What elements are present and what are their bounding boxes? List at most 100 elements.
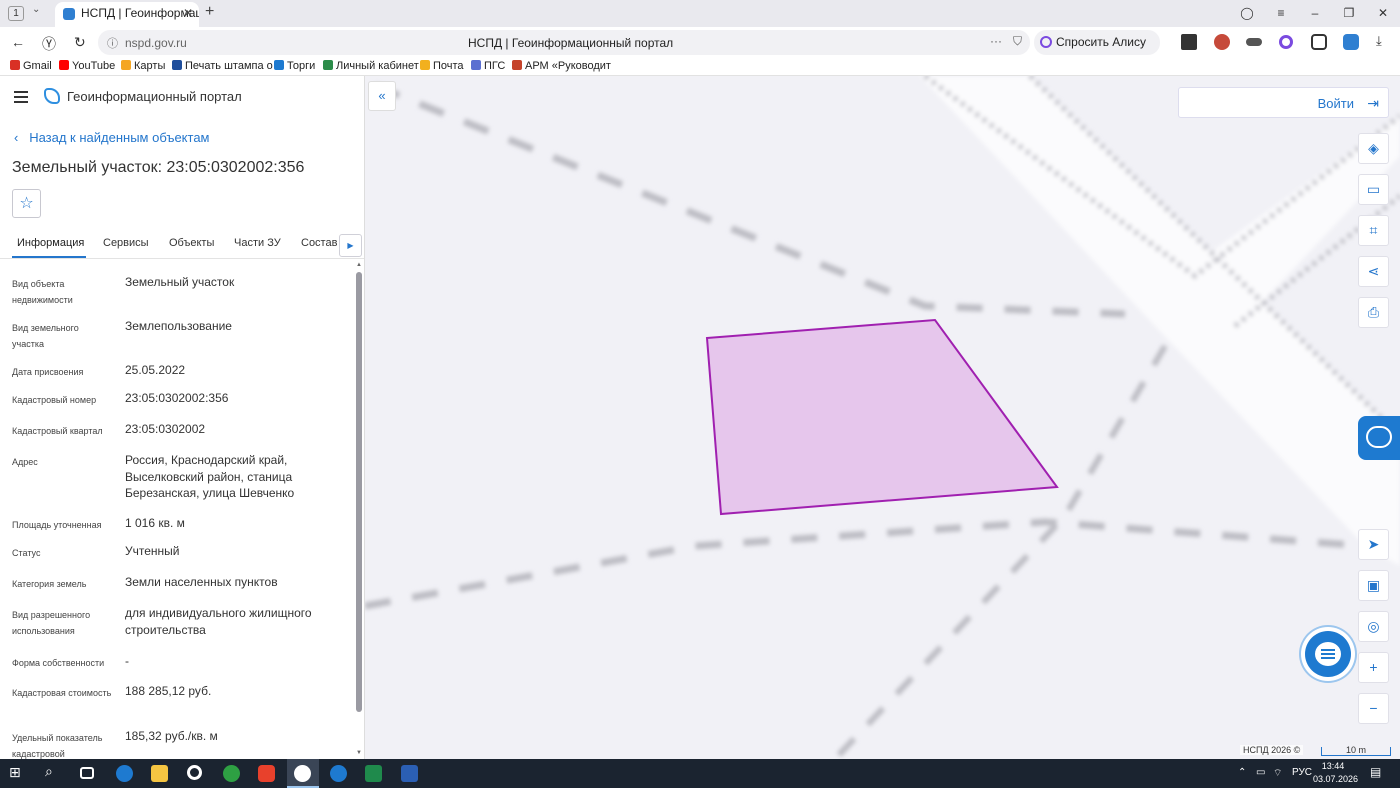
new-tab-button[interactable]: + [205, 3, 214, 21]
bookmark-item[interactable]: АРМ «Руководит [512, 60, 611, 72]
portal-logo-icon [44, 88, 60, 104]
zoom-in-button[interactable]: + [1358, 652, 1389, 683]
measure-button[interactable]: ▭ [1358, 174, 1389, 205]
menu-icon[interactable] [14, 91, 28, 106]
bookmark-item[interactable]: YouTube [59, 60, 115, 72]
tab-services[interactable]: Сервисы [103, 237, 149, 249]
selected-parcel[interactable] [705, 318, 1059, 516]
bookmark-item[interactable]: Торги [274, 60, 315, 72]
file-explorer-icon[interactable] [151, 765, 168, 782]
notifications-icon[interactable]: ▤ [1370, 765, 1381, 779]
favorite-star-button[interactable]: ☆ [12, 189, 41, 218]
language-indicator[interactable]: РУС [1292, 767, 1312, 778]
tab-counter[interactable]: 1 [8, 6, 24, 21]
restore-button[interactable]: ❐ [1332, 0, 1366, 27]
site-info-icon[interactable]: ⓘ [107, 35, 118, 51]
alice-icon [1040, 36, 1052, 48]
tray-display-icon[interactable]: ▭ [1256, 767, 1265, 778]
browser-tab-active[interactable]: НСПД | Геоинформаци ✕ [55, 2, 199, 27]
excel-icon[interactable] [365, 765, 382, 782]
back-to-results-link[interactable]: ‹ Назад к найденным объектам [14, 130, 210, 145]
tab-composition[interactable]: Состав [301, 237, 337, 249]
bookmark-item[interactable]: Личный кабинет [323, 60, 419, 72]
tab-objects[interactable]: Объекты [169, 237, 214, 249]
extensions-icon[interactable] [1311, 34, 1327, 50]
bookmark-item[interactable]: Почта [420, 60, 464, 72]
collapse-panel-button[interactable]: « [368, 81, 396, 111]
extension-mail-icon[interactable] [1343, 34, 1359, 50]
chat-bubble-icon [1315, 642, 1341, 666]
bookmark-favicon-icon [512, 60, 522, 70]
feedback-tab-button[interactable] [1358, 416, 1400, 460]
tabs-next-button[interactable]: ▶ [339, 234, 362, 257]
feedback-icon [1366, 426, 1392, 448]
bookmark-item[interactable]: Gmail [10, 60, 52, 72]
print-button[interactable]: ⎙ [1358, 297, 1389, 328]
bookmark-favicon-icon [10, 60, 20, 70]
more-dots-icon[interactable]: ··· [990, 34, 1002, 48]
tray-chevron-icon[interactable]: ⌃ [1238, 767, 1246, 778]
minimize-button[interactable]: – [1298, 0, 1332, 27]
tab-list-chevron-icon[interactable]: ⌄ [32, 4, 40, 15]
extension-ring-icon[interactable] [1279, 35, 1293, 49]
address-bar[interactable]: ⓘ nspd.gov.ru НСПД | Геоинформационный п… [98, 30, 1030, 55]
map-canvas[interactable] [365, 76, 1400, 759]
layers-button[interactable]: ◈ [1358, 133, 1389, 164]
downloads-icon[interactable]: ⤓ [1376, 33, 1392, 49]
address-page-title: НСПД | Геоинформационный портал [468, 36, 674, 50]
property-value: для индивидуального жилищного строительс… [125, 606, 312, 637]
close-window-button[interactable]: ✕ [1366, 0, 1400, 27]
bookmark-item[interactable]: ПГС [471, 60, 505, 72]
bookmark-item[interactable]: Печать штампа о [172, 60, 273, 72]
tab-parts[interactable]: Части ЗУ [234, 237, 281, 249]
extension-hat-icon[interactable] [1246, 38, 1262, 46]
scrollbar-thumb[interactable] [356, 272, 362, 712]
scroll-down-icon[interactable]: ▼ [356, 750, 362, 756]
plus-icon: + [1369, 659, 1378, 675]
edge-icon[interactable] [116, 765, 133, 782]
alice-button[interactable]: Спросить Алису AI [1034, 30, 1160, 74]
login-label: Войти [1317, 96, 1354, 111]
word-icon[interactable] [401, 765, 418, 782]
property-label: Форма собственности [12, 658, 105, 668]
minimap-button[interactable]: ▣ [1358, 570, 1389, 601]
panel-scrollbar[interactable]: ▲ ▼ [355, 262, 363, 759]
bookmark-icon[interactable]: ⛉ [1013, 34, 1022, 49]
property-value: 23:05:0302002 [125, 422, 206, 436]
zoom-out-button[interactable]: − [1358, 693, 1389, 724]
share-button[interactable]: ⋖ [1358, 256, 1389, 287]
search-icon[interactable]: ⌕ [45, 763, 62, 780]
back-arrow-icon[interactable]: ← [11, 34, 25, 50]
bookmark-favicon-icon [323, 60, 333, 70]
yandex-browser-icon[interactable] [258, 765, 275, 782]
windows-start-icon[interactable]: ⊞ [9, 764, 26, 781]
extension-tools-icon[interactable] [1181, 34, 1197, 50]
profile-icon[interactable]: ◯ [1230, 0, 1264, 27]
tab-info[interactable]: Информация [17, 237, 84, 249]
browser-nav-bar: ← Ⓨ ↻ ⓘ nspd.gov.ru НСПД | Геоинформацио… [0, 27, 1400, 74]
task-view-icon[interactable] [80, 767, 94, 779]
reload-icon[interactable]: ↻ [74, 34, 86, 51]
browser-tab-title: НСПД | Геоинформаци [81, 6, 199, 20]
close-tab-icon[interactable]: ✕ [183, 2, 193, 25]
bookmarks-bar: Gmail YouTube Карты Печать штампа о Торги Лич… [0, 58, 1400, 76]
geolocation-button[interactable]: ➤ [1358, 529, 1389, 560]
object-info-panel: Геоинформационный портал ‹ Назад к найде… [0, 76, 365, 759]
find-location-button[interactable]: ◎ [1358, 611, 1389, 642]
login-button[interactable]: Войти ⇥ [1178, 87, 1389, 118]
bookmark-item[interactable]: Карты [121, 60, 165, 72]
property-value: 185,32 руб./кв. м [125, 729, 218, 743]
active-tab-underline [12, 256, 86, 258]
network-icon[interactable]: ⌔ [1273, 767, 1282, 780]
chat-button[interactable] [1305, 631, 1351, 677]
yandex-icon[interactable]: Ⓨ [42, 34, 56, 54]
yandex-taskbar-icon[interactable] [294, 765, 311, 782]
ie-icon[interactable] [187, 765, 202, 780]
system-clock[interactable]: 13:44 03.07.2026 [1313, 760, 1358, 786]
chrome-icon[interactable] [223, 765, 240, 782]
scroll-up-icon[interactable]: ▲ [356, 262, 362, 268]
browser-menu-icon[interactable]: ≡ [1264, 0, 1298, 27]
extension-avatar-icon[interactable] [1214, 34, 1230, 50]
mail-app-icon[interactable] [330, 765, 347, 782]
select-area-button[interactable]: ⌗ [1358, 215, 1389, 246]
